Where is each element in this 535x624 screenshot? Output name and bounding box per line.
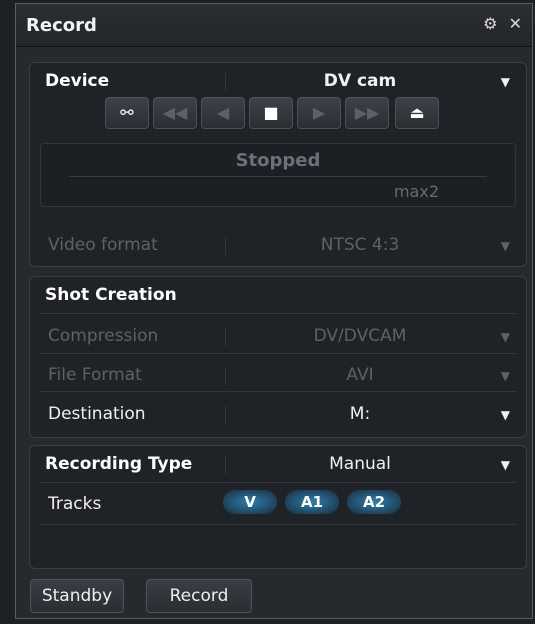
shot-creation-panel: Shot Creation Compression DV/DVCAM ▼ Fil… (29, 276, 527, 438)
standby-button[interactable]: Standby (30, 579, 124, 613)
device-heading: Device (45, 71, 110, 91)
play-icon[interactable]: ▶ (297, 97, 341, 129)
status-text: Stopped (235, 150, 321, 171)
title-bar: Record ⚙ ✕ (16, 4, 532, 47)
chevron-down-icon[interactable]: ▼ (501, 458, 510, 472)
chevron-down-icon[interactable]: ▼ (501, 239, 510, 253)
chevron-down-icon[interactable]: ▼ (501, 408, 510, 422)
record-button[interactable]: Record (146, 579, 252, 613)
divider (40, 313, 516, 314)
status-display: Stopped max2 (40, 143, 516, 207)
track-a2-toggle[interactable]: A2 (347, 490, 401, 514)
tracks-label: Tracks (48, 494, 102, 514)
video-format-label: Video format (48, 235, 158, 255)
file-format-label: File Format (48, 365, 142, 385)
device-select[interactable]: DV cam (225, 71, 495, 91)
destination-label: Destination (48, 404, 146, 424)
divider (40, 482, 516, 483)
compression-select[interactable]: DV/DVCAM (225, 326, 495, 346)
video-format-select[interactable]: NTSC 4:3 (225, 235, 495, 255)
divider (40, 353, 516, 354)
divider (40, 391, 516, 392)
rewind-icon[interactable]: ◀◀ (153, 97, 197, 129)
file-format-select[interactable]: AVI (225, 365, 495, 385)
step-back-icon[interactable]: ◀ (201, 97, 245, 129)
chevron-down-icon[interactable]: ▼ (501, 75, 510, 89)
eject-icon[interactable]: ⏏ (395, 97, 439, 129)
gear-icon[interactable]: ⚙ (483, 14, 497, 33)
status-divider (69, 176, 487, 177)
shot-creation-heading: Shot Creation (45, 285, 177, 305)
compression-label: Compression (48, 326, 159, 346)
record-window: Record ⚙ ✕ Device DV cam ▼ ⚯ ◀◀ ◀ ■ ▶ ▶▶… (15, 3, 533, 619)
recording-type-select[interactable]: Manual (225, 454, 495, 474)
chevron-down-icon[interactable]: ▼ (501, 330, 510, 344)
divider (40, 524, 516, 525)
track-v-toggle[interactable]: V (223, 490, 277, 514)
remote-plug-icon[interactable]: ⚯ (105, 97, 149, 129)
fast-forward-icon[interactable]: ▶▶ (345, 97, 389, 129)
recording-type-panel: Recording Type Manual ▼ Tracks V A1 A2 (29, 445, 527, 569)
recording-type-heading: Recording Type (45, 454, 193, 474)
track-a1-toggle[interactable]: A1 (285, 490, 339, 514)
destination-select[interactable]: M: (225, 404, 495, 424)
status-sub: max2 (393, 182, 439, 201)
close-icon[interactable]: ✕ (509, 14, 522, 33)
window-title: Record (26, 15, 97, 36)
device-panel: Device DV cam ▼ ⚯ ◀◀ ◀ ■ ▶ ▶▶ ⏏ Stopped … (29, 62, 527, 267)
stop-icon[interactable]: ■ (249, 97, 293, 129)
chevron-down-icon[interactable]: ▼ (501, 369, 510, 383)
